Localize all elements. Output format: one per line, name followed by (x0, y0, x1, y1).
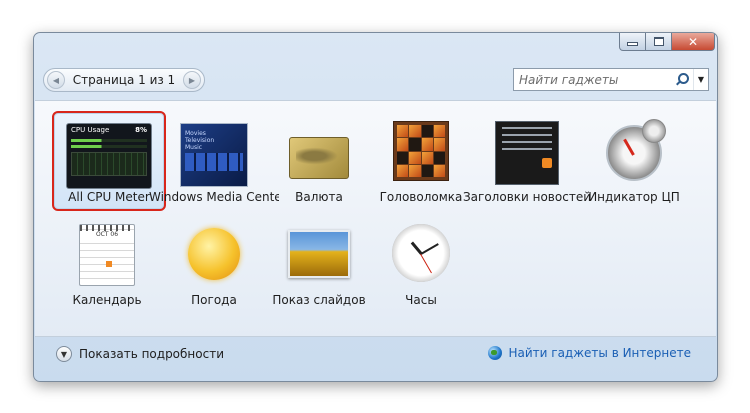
cpu-gauge-thumbnail (606, 119, 666, 181)
close-icon: ✕ (687, 34, 699, 49)
calendar-month: OCT 06 (80, 231, 134, 238)
gadget-windows-media-center[interactable]: Movies Television Music Windows Media Ce… (149, 113, 279, 209)
page-navigator: ◀ Страница 1 из 1 ▶ (43, 68, 205, 92)
maximize-button[interactable] (646, 33, 672, 51)
clock-thumbnail (392, 224, 450, 282)
media-center-thumbnail: Movies Television Music (180, 123, 248, 187)
get-gadgets-online-link[interactable]: Найти гаджеты в Интернете (488, 346, 691, 360)
get-gadgets-online-label: Найти гаджеты в Интернете (508, 346, 691, 360)
gadget-gallery-window: ✕ ◀ Страница 1 из 1 ▶ Найти гаджеты ▼ CP… (33, 32, 718, 382)
headlines-thumbnail (495, 121, 559, 185)
prev-page-button[interactable]: ◀ (47, 71, 65, 89)
next-page-button[interactable]: ▶ (183, 71, 201, 89)
search-icon[interactable] (675, 72, 689, 87)
chevron-right-icon: ▶ (188, 75, 196, 85)
gadget-label: Часы (405, 293, 437, 307)
cpu-meter-thumbnail: CPU Usage 8% (66, 123, 152, 189)
search-dropdown-button[interactable]: ▼ (693, 69, 708, 90)
close-button[interactable]: ✕ (672, 33, 715, 51)
page-indicator: Страница 1 из 1 (72, 73, 176, 87)
search-input[interactable]: Найти гаджеты (514, 73, 675, 87)
weather-sun-thumbnail (188, 228, 240, 280)
gadget-calendar[interactable]: OCT 06 Календарь (52, 216, 162, 312)
cpu-meter-title: CPU Usage (71, 126, 110, 134)
gadget-cpu-indicator[interactable]: Индикатор ЦП (579, 113, 689, 209)
caption-buttons: ✕ (619, 33, 715, 51)
gadget-puzzle[interactable]: Головоломка (366, 113, 476, 209)
cpu-meter-percent: 8% (135, 126, 147, 134)
wmc-line: Movies (185, 130, 206, 137)
globe-icon (488, 346, 503, 360)
chevron-left-icon: ◀ (52, 75, 60, 85)
chevron-down-icon: ▼ (697, 75, 705, 84)
search-box[interactable]: Найти гаджеты ▼ (513, 68, 709, 91)
maximize-icon (653, 37, 664, 46)
minimize-button[interactable] (619, 33, 646, 51)
wmc-line: Music (185, 144, 203, 151)
puzzle-thumbnail (393, 121, 449, 181)
wmc-line: Television (185, 137, 215, 144)
show-details-toggle[interactable]: ▼ Показать подробности (56, 346, 224, 362)
show-details-label: Показать подробности (79, 347, 224, 361)
gadget-grid: CPU Usage 8% All CPU Meter Movies Televis… (35, 100, 716, 337)
gadget-headlines[interactable]: Заголовки новостей (463, 113, 591, 209)
gadget-label: Индикатор ЦП (588, 190, 680, 204)
calendar-thumbnail: OCT 06 (79, 224, 135, 286)
currency-thumbnail (289, 137, 349, 179)
rss-icon (542, 158, 552, 168)
slideshow-thumbnail (288, 230, 350, 278)
minimize-icon (627, 42, 638, 46)
gadget-weather[interactable]: Погода (159, 216, 269, 312)
gadget-clock[interactable]: Часы (366, 216, 476, 312)
chevron-down-icon: ▼ (56, 346, 72, 362)
